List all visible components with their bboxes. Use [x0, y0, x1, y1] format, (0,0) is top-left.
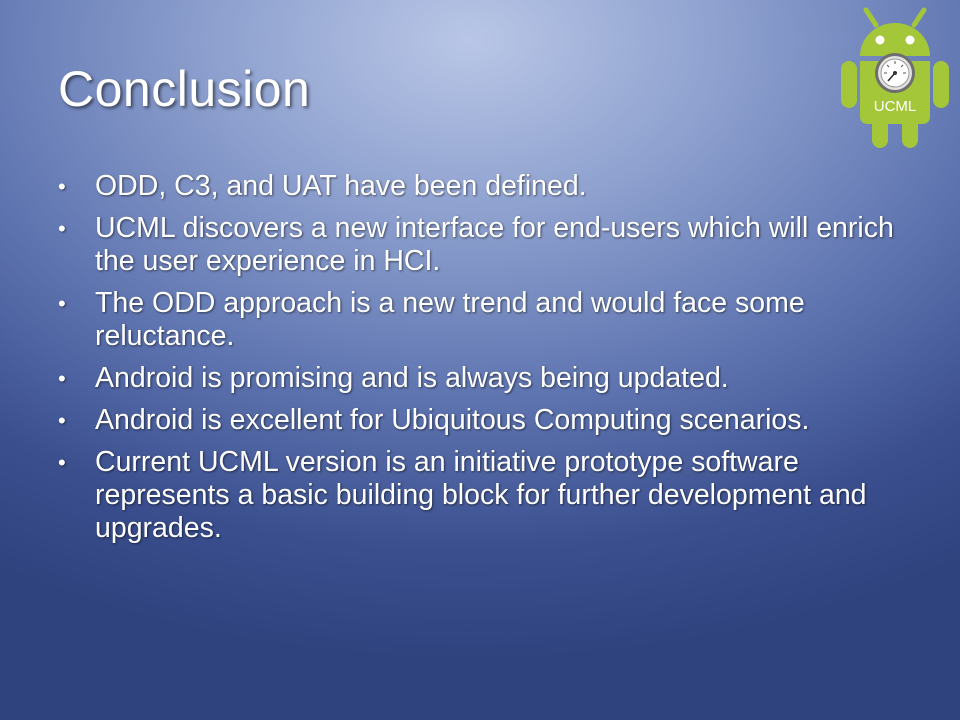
bullet-icon: • [58, 450, 66, 475]
bullet-item: • ODD, C3, and UAT have been defined. [56, 170, 936, 203]
bullet-text: Android is excellent for Ubiquitous Comp… [95, 404, 810, 436]
bullet-icon: • [58, 174, 66, 199]
conclusion-bullet-list: • ODD, C3, and UAT have been defined. • … [56, 170, 936, 554]
logo-label: UCML [874, 98, 917, 115]
bullet-icon: • [58, 216, 66, 241]
logo-label-layer: UCML [874, 98, 917, 115]
bullet-item: • UCML discovers a new interface for end… [56, 212, 936, 278]
bullet-text: UCML discovers a new interface for end-u… [95, 212, 894, 277]
bullet-item: • Android is promising and is always bei… [56, 362, 936, 395]
bullet-text: ODD, C3, and UAT have been defined. [95, 170, 587, 202]
bullet-icon: • [58, 408, 66, 433]
bullet-text: Current UCML version is an initiative pr… [95, 446, 867, 544]
bullet-icon: • [58, 291, 66, 316]
slide-title: Conclusion [58, 61, 311, 117]
bullet-icon: • [58, 366, 66, 391]
ucml-android-logo: UCML [832, 4, 958, 150]
bullet-text: Android is promising and is always being… [95, 362, 729, 394]
bullet-item: • Current UCML version is an initiative … [56, 446, 936, 545]
bullet-text: The ODD approach is a new trend and woul… [95, 287, 805, 352]
bullet-item: • Android is excellent for Ubiquitous Co… [56, 404, 936, 437]
bullet-item: • The ODD approach is a new trend and wo… [56, 287, 936, 353]
